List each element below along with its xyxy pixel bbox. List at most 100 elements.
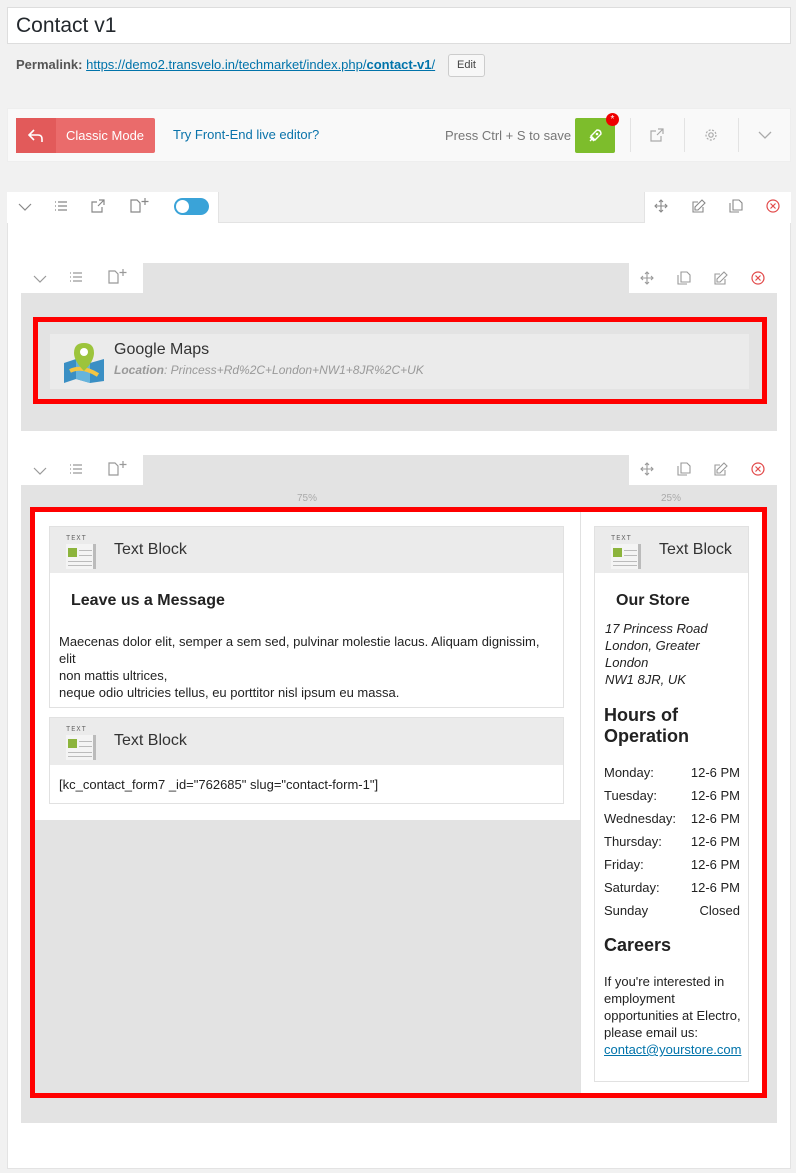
hours-time: 12-6 PM (690, 857, 740, 872)
store-address: 17 Princess Road London, Greater London … (605, 620, 708, 688)
store-heading: Our Store (616, 592, 690, 609)
location-value: : Princess+Rd%2C+London+NW1+8JR%2C+UK (164, 363, 424, 377)
edit-icon[interactable] (714, 462, 728, 479)
hours-row: Friday: 12-6 PM (604, 857, 740, 872)
column-width-left: 75% (297, 493, 318, 504)
careers-line: employment (604, 991, 675, 1006)
contact-form-shortcode: [kc_contact_form7 _id="762685" slug="con… (59, 777, 379, 792)
message-line: non mattis ultrices, (59, 668, 168, 683)
move-icon[interactable] (654, 199, 668, 216)
hours-time: 12-6 PM (690, 834, 740, 849)
edit-slug-button[interactable]: Edit (448, 54, 485, 77)
address-line: 17 Princess Road (605, 621, 708, 636)
classic-mode-button[interactable]: Classic Mode (16, 118, 155, 153)
text-block-icon: TEXT (66, 726, 100, 760)
permalink-link[interactable]: https://demo2.transvelo.in/techmarket/in… (86, 57, 435, 72)
list-icon[interactable] (69, 463, 83, 478)
edit-icon[interactable] (692, 199, 706, 216)
hours-heading-line: Hours of (604, 705, 678, 725)
permalink-end: / (431, 57, 436, 72)
collapse-chevron-icon[interactable] (33, 272, 47, 287)
text-block-title: Text Block (114, 541, 187, 558)
hours-row: Wednesday: 12-6 PM (604, 811, 740, 826)
careers-text: If you're interested in employment oppor… (604, 973, 741, 1058)
hours-day: Saturday: (604, 880, 660, 895)
hours-day: Monday: (604, 765, 654, 780)
hours-time: 12-6 PM (690, 880, 740, 895)
text-block-title: Text Block (659, 541, 732, 558)
delete-close-icon[interactable] (751, 462, 765, 479)
careers-line: opportunities at Electro, (604, 1008, 741, 1023)
google-maps-title: Google Maps (114, 341, 210, 358)
address-line: London (605, 655, 649, 670)
message-paragraph: Maecenas dolor elit, semper a sem sed, p… (59, 633, 559, 701)
hours-heading: Hours of Operation (604, 705, 689, 747)
permalink-label: Permalink: (16, 57, 83, 72)
hours-row: Monday: 12-6 PM (604, 765, 740, 780)
chevron-down-icon[interactable] (756, 126, 774, 144)
frontend-editor-link[interactable]: Try Front-End live editor? (173, 127, 319, 142)
classic-mode-label: Classic Mode (66, 128, 145, 143)
message-line: Maecenas dolor elit, semper a sem sed, p… (59, 634, 540, 666)
hours-day: Tuesday: (604, 788, 657, 803)
duplicate-icon[interactable] (729, 199, 743, 216)
builder-toggle-switch[interactable] (174, 198, 209, 215)
hours-time: 12-6 PM (690, 788, 740, 803)
address-line: NW1 8JR, UK (605, 672, 686, 687)
hours-row: Saturday: 12-6 PM (604, 880, 740, 895)
add-column-icon[interactable] (108, 460, 130, 479)
settings-gear-icon[interactable] (702, 126, 720, 144)
hours-row: Thursday: 12-6 PM (604, 834, 740, 849)
careers-line: please email us: (604, 1025, 698, 1040)
toolbar-divider (684, 118, 685, 152)
careers-heading: Careers (604, 935, 672, 955)
list-icon[interactable] (69, 271, 83, 286)
hours-day: Wednesday: (604, 811, 677, 826)
map-pin-icon (62, 341, 106, 386)
careers-line: If you're interested in (604, 974, 725, 989)
hours-time: 12-6 PM (690, 811, 740, 826)
duplicate-icon[interactable] (677, 271, 691, 288)
hours-row: Sunday Closed (604, 903, 740, 918)
permalink-base: https://demo2.transvelo.in/techmarket/in… (86, 57, 367, 72)
save-hint: Press Ctrl + S to save (445, 128, 572, 143)
address-line: London, Greater (605, 638, 700, 653)
back-arrow-icon (16, 118, 56, 153)
collapse-chevron-icon[interactable] (33, 464, 47, 479)
hours-time: 12-6 PM (690, 765, 740, 780)
move-icon[interactable] (640, 271, 654, 288)
duplicate-icon[interactable] (677, 462, 691, 479)
share-icon[interactable] (648, 126, 666, 144)
post-title-input[interactable]: Contact v1 (7, 7, 791, 44)
hours-heading-line: Operation (604, 726, 690, 746)
hours-day: Sunday (604, 903, 649, 918)
hours-day: Friday: (604, 857, 644, 872)
add-column-icon[interactable] (108, 268, 130, 287)
text-block-icon: TEXT (66, 535, 100, 569)
column-width-right: 25% (661, 493, 682, 504)
hours-row: Tuesday: 12-6 PM (604, 788, 740, 803)
delete-close-icon[interactable] (751, 271, 765, 288)
message-line: neque odio ultricies tellus, eu porttito… (59, 685, 400, 700)
rocket-icon (589, 128, 602, 141)
google-maps-location: Location: Princess+Rd%2C+London+NW1+8JR%… (114, 363, 424, 377)
export-icon[interactable] (91, 199, 105, 216)
delete-close-icon[interactable] (766, 199, 780, 216)
text-block-title: Text Block (114, 732, 187, 749)
edit-icon[interactable] (714, 271, 728, 288)
collapse-chevron-icon[interactable] (18, 200, 32, 215)
location-label: Location (114, 363, 164, 377)
text-block-icon: TEXT (611, 535, 645, 569)
list-icon[interactable] (54, 200, 68, 215)
text-icon-label: TEXT (611, 535, 632, 543)
add-page-icon[interactable] (130, 197, 152, 216)
unsaved-badge: * (606, 113, 619, 126)
text-icon-label: TEXT (66, 726, 87, 734)
message-heading: Leave us a Message (71, 592, 225, 609)
move-icon[interactable] (640, 462, 654, 479)
contact-email-link[interactable]: contact@yourstore.com (604, 1042, 741, 1057)
text-icon-label: TEXT (66, 535, 87, 543)
hours-day: Thursday: (604, 834, 662, 849)
toolbar-divider (630, 118, 631, 152)
permalink-row: Permalink: https://demo2.transvelo.in/te… (16, 56, 435, 74)
